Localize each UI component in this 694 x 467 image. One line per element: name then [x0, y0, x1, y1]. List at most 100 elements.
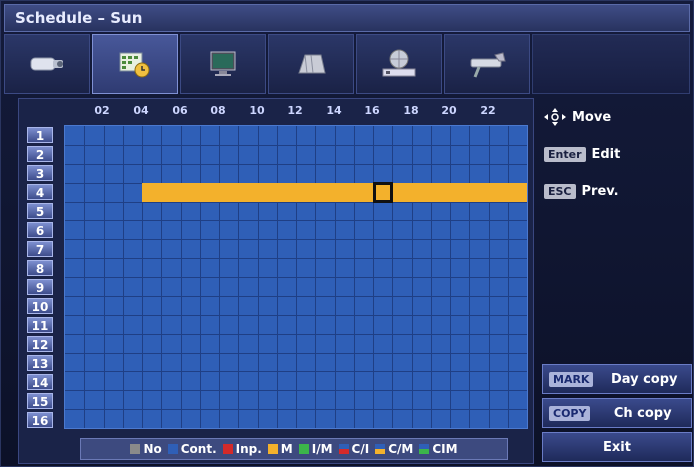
grid-column-line: [430, 126, 432, 428]
legend-swatch: [130, 444, 141, 454]
legend-swatch: [222, 444, 233, 454]
channel-label[interactable]: 12: [27, 335, 53, 352]
channel-label[interactable]: 9: [27, 278, 53, 295]
channel-label[interactable]: 3: [27, 164, 53, 181]
channel-label[interactable]: 2: [27, 145, 53, 162]
legend-no: No: [130, 442, 162, 456]
grid-column-line: [219, 126, 220, 428]
grid-column-line: [199, 126, 201, 428]
tab-bar-filler: [532, 34, 690, 94]
hour-label: 12: [287, 104, 303, 117]
legend-label: C/M: [388, 442, 414, 456]
grid-column-line: [257, 126, 259, 428]
channel-label[interactable]: 10: [27, 297, 53, 314]
recording-mode-legend: No Cont. Inp. M I/M C/I C/M CIM: [80, 438, 508, 460]
hour-label: 22: [480, 104, 496, 117]
legend-label: I/M: [311, 442, 333, 456]
exit-button[interactable]: Exit: [542, 432, 692, 462]
legend-label: CIM: [432, 442, 458, 456]
grid-column-line: [507, 126, 509, 428]
storage-icon: [298, 54, 326, 74]
window-title-text: Schedule – Sun: [15, 9, 143, 27]
ch-copy-label: Ch copy: [613, 405, 672, 421]
hour-label: 14: [326, 104, 342, 117]
channel-labels: 1 2 3 4 5 6 7 8 9 10 11 12 13 14 15 16: [26, 125, 54, 429]
hour-label: 06: [172, 104, 188, 117]
legend-label: No: [143, 442, 162, 456]
channel-label[interactable]: 6: [27, 221, 53, 238]
help-edit: Enter Edit: [544, 143, 690, 165]
tab-system[interactable]: [444, 34, 530, 94]
menu-tabs: [4, 34, 690, 94]
grid-column-line: [161, 126, 163, 428]
legend-label: M: [280, 442, 293, 456]
camera-icon: [30, 57, 63, 71]
schedule-clock-icon: [119, 52, 150, 78]
selection-cursor[interactable]: [373, 182, 393, 203]
channel-label[interactable]: 11: [27, 316, 53, 333]
tab-network[interactable]: [356, 34, 442, 94]
hour-label: 02: [94, 104, 110, 117]
tools-icon: [470, 52, 506, 78]
channel-label[interactable]: 1: [27, 126, 53, 143]
grid-column-line: [142, 126, 143, 428]
ch-copy-button[interactable]: COPY Ch copy: [542, 398, 692, 428]
grid-column-line: [84, 126, 86, 428]
grid-column-line: [469, 126, 471, 428]
legend-inp: Inp.: [222, 442, 262, 456]
help-prev-label: Prev.: [581, 183, 619, 199]
schedule-grid[interactable]: [64, 125, 528, 429]
tab-camera[interactable]: [4, 34, 90, 94]
channel-label[interactable]: 8: [27, 259, 53, 276]
grid-column-line: [122, 126, 124, 428]
channel-label[interactable]: 15: [27, 392, 53, 409]
legend-im: I/M: [298, 442, 333, 456]
grid-column-line: [450, 126, 451, 428]
hour-label: 08: [210, 104, 226, 117]
legend-swatch: [167, 444, 178, 454]
legend-label: Cont.: [180, 442, 217, 456]
channel-label[interactable]: 13: [27, 354, 53, 371]
tab-storage[interactable]: [268, 34, 354, 94]
enter-key: Enter: [544, 146, 586, 162]
grid-column-line: [353, 126, 355, 428]
window-title: Schedule – Sun: [4, 4, 690, 32]
legend-swatch: [267, 444, 278, 454]
move-arrows-icon: [544, 108, 566, 126]
channel-label[interactable]: 4: [27, 183, 53, 200]
day-copy-button[interactable]: MARK Day copy: [542, 364, 692, 394]
grid-column-line: [103, 126, 105, 428]
hour-label: 20: [441, 104, 457, 117]
network-icon: [382, 49, 416, 77]
grid-column-line: [392, 126, 394, 428]
motion-schedule-bar[interactable]: [142, 183, 527, 202]
grid-column-line: [373, 126, 374, 428]
hour-label: 18: [403, 104, 419, 117]
grid-column-line: [180, 126, 182, 428]
tab-schedule[interactable]: [92, 34, 178, 94]
legend-swatch: [375, 444, 386, 454]
legend-swatch: [419, 444, 430, 454]
channel-label[interactable]: 14: [27, 373, 53, 390]
hour-axis: 02 04 06 08 10 12 14 16 18 20 22: [64, 104, 528, 122]
channel-label[interactable]: 16: [27, 411, 53, 428]
legend-label: C/I: [351, 442, 370, 456]
legend-cim: CIM: [419, 442, 458, 456]
grid-column-line: [296, 126, 297, 428]
day-copy-label: Day copy: [610, 371, 678, 387]
grid-column-line: [334, 126, 336, 428]
grid-column-line: [238, 126, 240, 428]
grid-column-line: [276, 126, 278, 428]
grid-column-line: [315, 126, 317, 428]
mark-key: MARK: [549, 371, 594, 387]
exit-label: Exit: [603, 439, 631, 455]
legend-swatch: [298, 444, 309, 454]
channel-label[interactable]: 5: [27, 202, 53, 219]
channel-label[interactable]: 7: [27, 240, 53, 257]
legend-ci: C/I: [338, 442, 370, 456]
tab-display[interactable]: [180, 34, 266, 94]
copy-key: COPY: [549, 405, 591, 421]
legend-label: Inp.: [235, 442, 262, 456]
hour-label: 16: [364, 104, 380, 117]
help-move: Move: [544, 106, 690, 128]
